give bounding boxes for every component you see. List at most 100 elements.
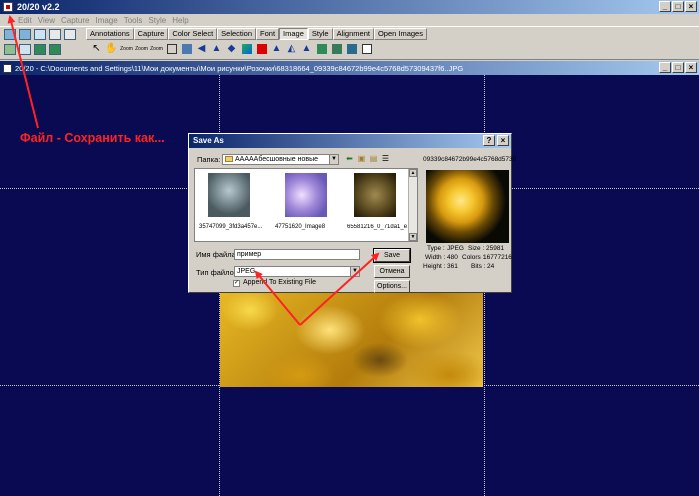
filename-input[interactable]: пример	[234, 249, 360, 260]
open-icon[interactable]	[19, 29, 31, 40]
sharpen-icon[interactable]: ▲	[300, 41, 313, 56]
info-colors-value: 16777216	[483, 254, 512, 261]
file-name[interactable]: 47751620_Image8	[275, 224, 345, 230]
info-size-value: 25981	[486, 245, 505, 252]
zoom-label: Zoom	[150, 45, 163, 52]
new-folder-icon[interactable]: ▤	[369, 154, 378, 163]
dialog-title: Save As	[193, 136, 224, 145]
info-height-value: 361	[447, 263, 458, 270]
document-title: 20/20 - C:\Documents and Settings\11\Мои…	[15, 63, 464, 73]
pen-icon[interactable]	[64, 29, 76, 40]
rotate-left-icon[interactable]: ◀	[195, 41, 208, 56]
zoom-out-icon[interactable]: Zoom	[135, 41, 148, 56]
filetype-select[interactable]: JPEG ▼	[234, 266, 360, 277]
folder-nav: ⬅ ▣ ▤ ☰	[345, 154, 390, 163]
menu-image[interactable]: Image	[95, 16, 117, 25]
copy-icon[interactable]	[34, 29, 46, 40]
tab-alignment[interactable]: Alignment	[332, 28, 374, 40]
maximize-button[interactable]: □	[672, 1, 684, 12]
funnel-icon[interactable]	[49, 29, 61, 40]
info-bits-label: Bits :	[471, 263, 486, 270]
file-name[interactable]: 65581216_0_71da1_e...	[347, 224, 407, 230]
tab-style[interactable]: Style	[307, 28, 333, 40]
grid-icon[interactable]	[34, 44, 46, 55]
minimize-button[interactable]: _	[659, 1, 671, 12]
document-title-bar: 20/20 - C:\Documents and Settings\11\Мои…	[0, 61, 699, 75]
folder-label: Папка:	[197, 155, 221, 164]
image-tools: ↖ ✋ Zoom Zoom Zoom ◀ ▲ ◆ ▲ ◭ ▲	[90, 41, 373, 56]
tab-annotations[interactable]: Annotations	[86, 28, 134, 40]
file-list-scrollbar[interactable]: ▲ ▼	[408, 169, 417, 241]
menu-edit[interactable]: Edit	[18, 16, 32, 25]
options-button[interactable]: Options...	[374, 280, 410, 293]
close-button[interactable]: ×	[685, 1, 697, 12]
resize-icon[interactable]	[180, 41, 193, 56]
info-width-label: Width :	[425, 254, 446, 261]
doc-minimize-button[interactable]: _	[659, 62, 671, 73]
zoom-fit-icon[interactable]: Zoom	[150, 41, 163, 56]
back-icon[interactable]: ⬅	[345, 154, 354, 163]
app-icon[interactable]	[3, 2, 13, 12]
hand-icon[interactable]: ✋	[105, 41, 118, 56]
effects-icon[interactable]	[345, 41, 358, 56]
preview-filename: 09339c84672b99e4c5768d5730	[423, 156, 517, 163]
flip-icon[interactable]: ▲	[270, 41, 283, 56]
scroll-up-icon[interactable]: ▲	[409, 169, 417, 177]
view-menu-icon[interactable]: ☰	[381, 154, 390, 163]
file-thumbnail[interactable]	[285, 173, 327, 217]
save-as-dialog: Save As ? × Папка: АААААбесшовные новые …	[188, 133, 516, 293]
menu-style[interactable]: Style	[148, 16, 166, 25]
dialog-controls: ? ×	[483, 135, 509, 146]
grid-large-icon[interactable]	[49, 44, 61, 55]
diamond-icon[interactable]: ◆	[225, 41, 238, 56]
save-button[interactable]: Save	[373, 248, 411, 263]
file-name[interactable]: 35747099_3fd3a457e...	[199, 224, 269, 230]
pointer-icon[interactable]: ↖	[90, 41, 103, 56]
gradient-icon[interactable]	[240, 41, 253, 56]
file-thumbnail[interactable]	[354, 173, 396, 217]
file-thumbnail[interactable]	[208, 173, 250, 217]
zoom-in-icon[interactable]: Zoom	[120, 41, 133, 56]
menu-capture[interactable]: Capture	[61, 16, 89, 25]
scroll-down-icon[interactable]: ▼	[409, 233, 417, 241]
cancel-button[interactable]: Отмена	[374, 265, 410, 278]
tab-color-select[interactable]: Color Select	[168, 28, 218, 40]
menu-tools[interactable]: Tools	[124, 16, 143, 25]
filter-alt-icon[interactable]	[330, 41, 343, 56]
info-type-label: Type :	[427, 245, 445, 252]
filter-icon[interactable]	[315, 41, 328, 56]
rose-image	[220, 290, 483, 387]
triangle-icon[interactable]: ▲	[210, 41, 223, 56]
tab-capture[interactable]: Capture	[133, 28, 169, 40]
mirror-icon[interactable]: ◭	[285, 41, 298, 56]
folder-value: АААААбесшовные новые	[235, 156, 319, 163]
document-icon[interactable]	[3, 63, 12, 73]
menu-view[interactable]: View	[38, 16, 55, 25]
tool-tabs: Annotations Capture Color Select Selecti…	[86, 28, 427, 40]
new-icon[interactable]	[4, 29, 16, 40]
stack-icon[interactable]	[19, 44, 31, 55]
doc-close-button[interactable]: ×	[685, 62, 697, 73]
menu-help[interactable]: Help	[172, 16, 188, 25]
tab-image[interactable]: Image	[279, 28, 308, 40]
color-fill-icon[interactable]	[255, 41, 268, 56]
dialog-close-button[interactable]: ×	[497, 135, 509, 146]
chevron-down-icon[interactable]: ▼	[329, 155, 338, 164]
file-list[interactable]: 35747099_3fd3a457e... 47751620_Image8 65…	[194, 168, 418, 242]
crop-icon[interactable]	[165, 41, 178, 56]
folder-dropdown[interactable]: АААААбесшовные новые ▼	[222, 154, 339, 165]
blank-icon[interactable]	[360, 41, 373, 56]
append-label[interactable]: Append To Existing File	[243, 279, 316, 286]
image-preview	[426, 170, 509, 243]
tab-open-images[interactable]: Open Images	[373, 28, 427, 40]
scanner-icon[interactable]	[4, 44, 16, 55]
up-folder-icon[interactable]: ▣	[357, 154, 366, 163]
tab-font[interactable]: Font	[256, 28, 280, 40]
chevron-down-icon[interactable]: ▼	[350, 267, 359, 276]
doc-maximize-button[interactable]: □	[672, 62, 684, 73]
append-checkbox[interactable]: ✓	[233, 280, 240, 287]
tab-selection[interactable]: Selection	[217, 28, 257, 40]
info-bits-value: 24	[487, 263, 495, 270]
help-button[interactable]: ?	[483, 135, 495, 146]
standard-tools	[4, 29, 82, 59]
